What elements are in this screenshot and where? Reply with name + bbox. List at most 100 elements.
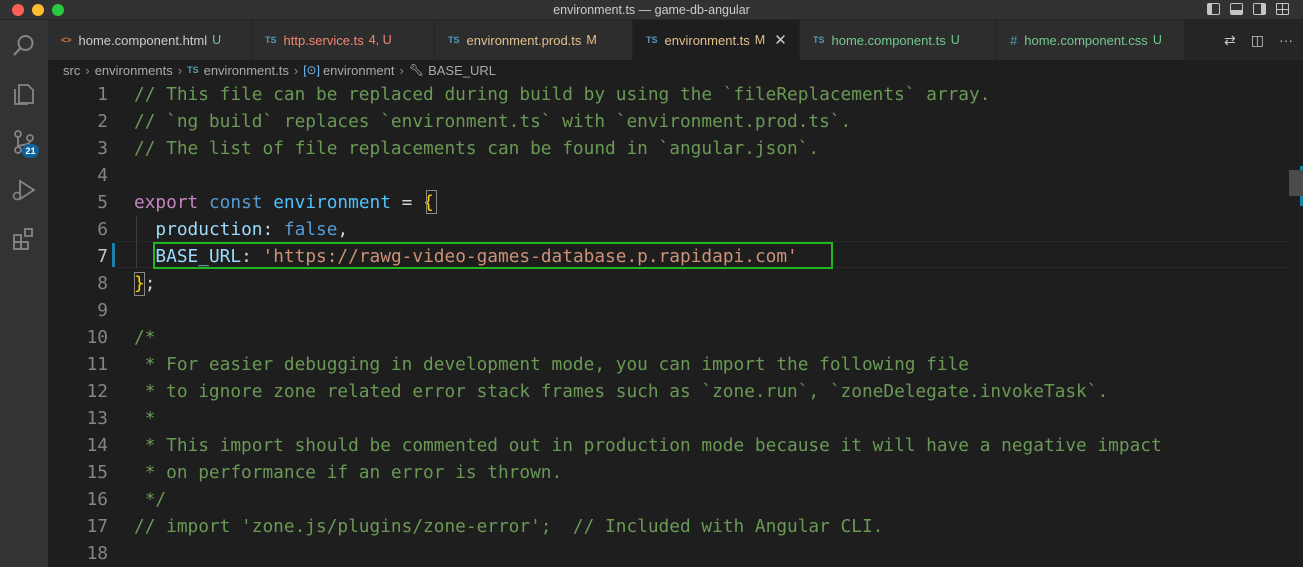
code-line[interactable]: 3 // The list of file replacements can be… (48, 135, 1303, 162)
typescript-file-icon: TS (813, 35, 825, 45)
tab-environment-ts[interactable]: TS environment.ts M ✕ (633, 20, 800, 60)
chevron-right-icon: › (177, 62, 183, 78)
line-number: 17 (86, 516, 108, 537)
chevron-right-icon: › (293, 62, 299, 78)
code-line[interactable]: 6 production: false, (48, 216, 1303, 243)
line-number: 4 (97, 165, 108, 186)
toggle-primary-sidebar-icon[interactable] (1207, 3, 1220, 15)
code-line[interactable]: 16 */ (48, 486, 1303, 513)
title-bar: environment.ts — game-db-angular (0, 0, 1303, 20)
code-text: /* (134, 324, 155, 351)
code-line[interactable]: 5 export const environment = { (48, 189, 1303, 216)
code-line[interactable]: 4 (48, 162, 1303, 189)
run-debug-icon[interactable] (10, 176, 38, 204)
tab-status: U (950, 33, 960, 47)
code-token: = (390, 192, 424, 213)
code-line[interactable]: 12 * to ignore zone related error stack … (48, 378, 1303, 405)
code-text: * (134, 405, 156, 432)
breadcrumb-property[interactable]: BASE_URL (428, 63, 496, 78)
code-line[interactable]: 18 (48, 540, 1303, 567)
code-line[interactable]: 10 /* (48, 324, 1303, 351)
tab-status: M (754, 33, 766, 47)
line-number: 6 (97, 219, 108, 240)
code-token: * This import should be commented out in… (134, 435, 1162, 456)
tab-label: environment.prod.ts (466, 32, 582, 48)
line-number: 2 (97, 111, 108, 132)
code-line[interactable]: 1 // This file can be replaced during bui… (48, 81, 1303, 108)
tab-label: environment.ts (664, 32, 750, 48)
line-number: 7 (97, 246, 108, 267)
toggle-panel-icon[interactable] (1230, 3, 1243, 15)
code-text: * on performance if an error is thrown. (134, 459, 563, 486)
code-token: /* (134, 327, 156, 348)
code-text: * For easier debugging in development mo… (134, 351, 969, 378)
code-token: export (134, 192, 199, 213)
variable-symbol-icon: [⊙] (303, 63, 320, 77)
search-icon[interactable] (10, 32, 38, 60)
line-number: 1 (97, 84, 108, 105)
breadcrumb-file[interactable]: environment.ts (204, 63, 289, 78)
more-actions-icon[interactable]: ··· (1279, 32, 1293, 49)
customize-layout-icon[interactable] (1276, 3, 1289, 15)
code-text: * This import should be commented out in… (134, 432, 1162, 459)
code-token: // `ng build` replaces `environment.ts` … (134, 111, 852, 132)
code-token: // This file can be replaced during buil… (134, 84, 991, 105)
breadcrumb-src[interactable]: src (63, 63, 80, 78)
code-line[interactable]: 9 (48, 297, 1303, 324)
line-number: 3 (97, 138, 108, 159)
explorer-icon[interactable] (10, 80, 38, 108)
code-line[interactable]: 14 * This import should be commented out… (48, 432, 1303, 459)
code-line[interactable]: 2 // `ng build` replaces `environment.ts`… (48, 108, 1303, 135)
breadcrumb-folder[interactable]: environments (95, 63, 173, 78)
tab-status: U (1152, 33, 1162, 47)
tab-label: home.component.css (1024, 32, 1148, 48)
code-token: * to ignore zone related error stack fra… (134, 381, 1109, 402)
tab-home-component-css[interactable]: # home.component.css U (997, 20, 1185, 60)
code-token: * (134, 408, 156, 429)
close-tab-icon[interactable]: ✕ (774, 31, 787, 49)
tab-status: M (586, 33, 597, 47)
code-text: production: false, (134, 216, 348, 243)
compare-changes-icon[interactable]: ⇄ (1224, 32, 1236, 49)
code-text: */ (134, 486, 166, 513)
typescript-file-icon: TS (265, 35, 277, 45)
line-number: 8 (97, 273, 108, 294)
line-number: 11 (86, 354, 108, 375)
code-text: // `ng build` replaces `environment.ts` … (134, 108, 851, 135)
tab-home-component-ts[interactable]: TS home.component.ts U (800, 20, 997, 60)
code-text: export const environment = { (134, 189, 434, 216)
highlight-annotation-box (153, 242, 833, 269)
toggle-secondary-sidebar-icon[interactable] (1253, 3, 1266, 15)
tab-environment-prod-ts[interactable]: TS environment.prod.ts M (435, 20, 633, 60)
code-line[interactable]: 8}; (48, 270, 1303, 297)
line-number: 13 (86, 408, 108, 429)
extensions-icon[interactable] (10, 224, 38, 252)
split-editor-icon[interactable]: ◫ (1251, 32, 1264, 49)
tab-status: U (212, 33, 222, 47)
tab-home-component-html[interactable]: <> home.component.html U (48, 20, 252, 60)
code-line[interactable]: 13 * (48, 405, 1303, 432)
line-number: 15 (86, 462, 108, 483)
activity-bar: 21 (0, 20, 48, 567)
code-line[interactable]: 11 * For easier debugging in development… (48, 351, 1303, 378)
editor-tabs: <> home.component.html U TS http.service… (48, 20, 1303, 60)
tab-http-service-ts[interactable]: TS http.service.ts 4, U (252, 20, 435, 60)
breadcrumb: src › environments › TS environment.ts ›… (48, 60, 1303, 80)
breadcrumb-symbol[interactable]: environment (323, 63, 395, 78)
code-text: * to ignore zone related error stack fra… (134, 378, 1108, 405)
tab-status: 4, U (368, 33, 392, 47)
code-line[interactable]: 15 * on performance if an error is throw… (48, 459, 1303, 486)
tab-label: http.service.ts (283, 32, 364, 48)
window-title: environment.ts — game-db-angular (553, 3, 750, 17)
line-number: 5 (97, 192, 108, 213)
tab-label: home.component.html (78, 32, 208, 48)
code-line[interactable]: 17 // import 'zone.js/plugins/zone-error'… (48, 513, 1303, 540)
code-token: // The list of file replacements can be … (134, 138, 820, 159)
code-editor[interactable]: 1 // This file can be replaced during bui… (48, 80, 1303, 567)
code-token: environment (273, 192, 391, 213)
line-number: 10 (86, 327, 108, 348)
property-wrench-icon: 🔧︎ (408, 63, 425, 77)
